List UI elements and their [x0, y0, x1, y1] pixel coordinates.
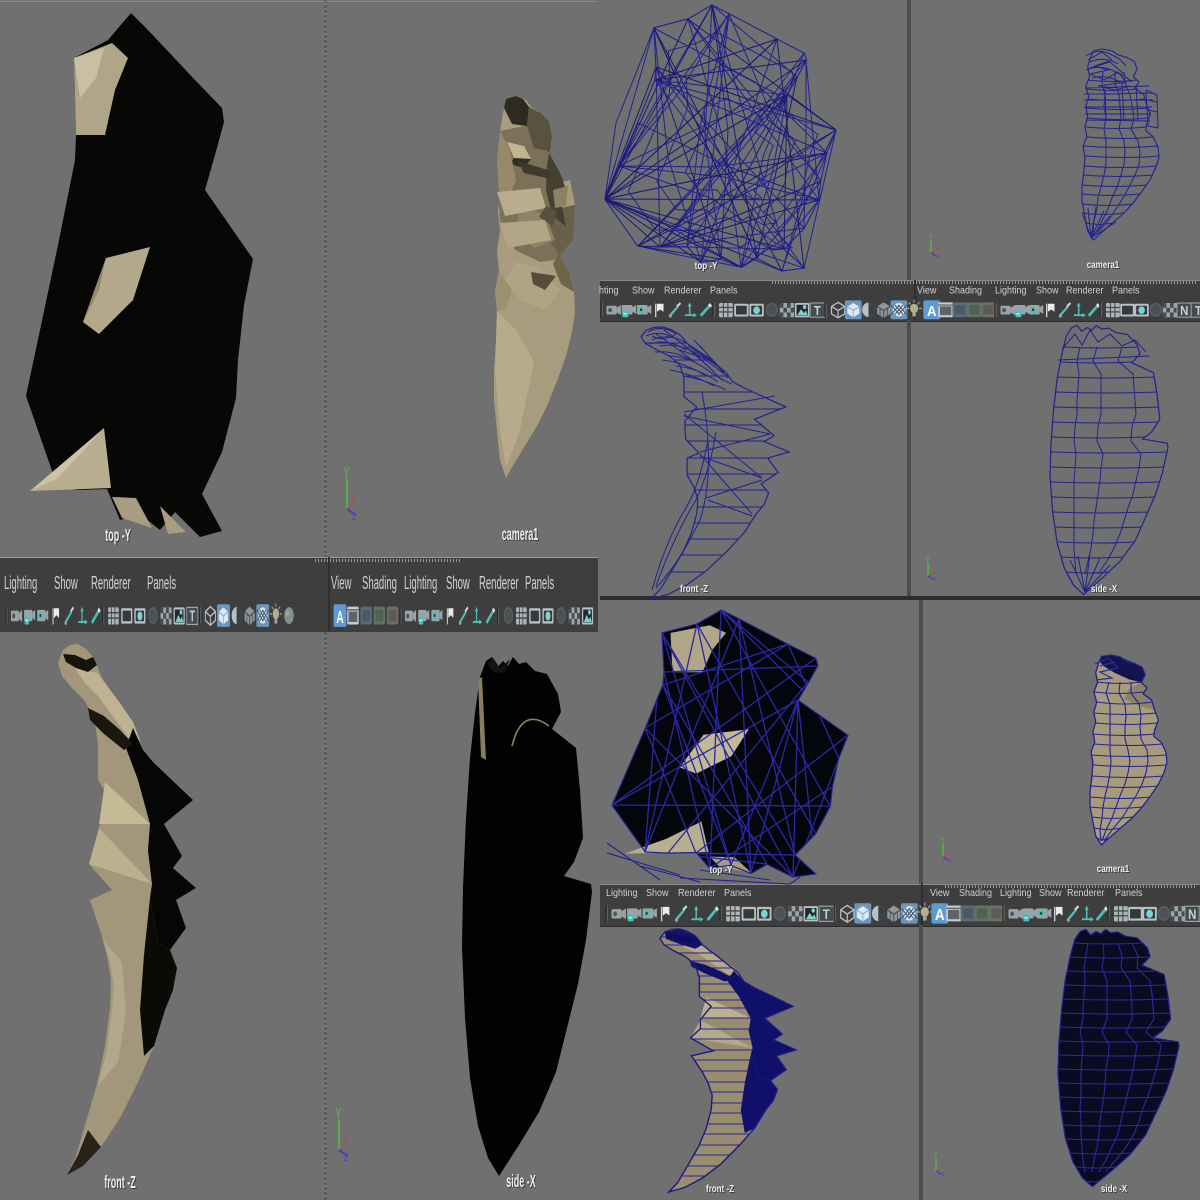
svg-text:A: A: [336, 608, 344, 628]
svg-text:z: z: [937, 254, 940, 260]
svg-text:Renderer: Renderer: [91, 574, 131, 594]
svg-text:Show: Show: [54, 574, 78, 594]
svg-text:Y: Y: [344, 465, 350, 482]
svg-text:top -Y: top -Y: [710, 864, 733, 875]
svg-text:Show: Show: [1036, 285, 1059, 297]
svg-text:Show: Show: [632, 285, 655, 297]
svg-text:side -X: side -X: [506, 1172, 535, 1191]
svg-text:z: z: [942, 1172, 945, 1178]
svg-text:Y: Y: [926, 557, 931, 564]
svg-text:x: x: [344, 1133, 348, 1145]
svg-text:camera1: camera1: [1097, 863, 1129, 874]
svg-text:View: View: [331, 574, 352, 594]
svg-text:Renderer: Renderer: [1066, 285, 1103, 297]
svg-text:Renderer: Renderer: [678, 888, 715, 900]
svg-text:Renderer: Renderer: [479, 574, 519, 594]
svg-text:A: A: [935, 907, 945, 924]
svg-text:Renderer: Renderer: [1067, 888, 1104, 900]
svg-text:camera1: camera1: [502, 525, 539, 544]
svg-text:Lighting: Lighting: [404, 574, 437, 594]
svg-text:front -Z: front -Z: [680, 583, 708, 594]
svg-text:Lighting: Lighting: [1000, 888, 1031, 900]
svg-text:Panels: Panels: [147, 574, 176, 594]
svg-text:N: N: [1180, 303, 1188, 318]
svg-text:front -Z: front -Z: [706, 1183, 734, 1194]
svg-text:Panels: Panels: [724, 888, 752, 900]
svg-text:N: N: [1188, 907, 1196, 922]
svg-text:Shading: Shading: [959, 888, 992, 900]
svg-text:T: T: [1195, 303, 1200, 318]
svg-text:Panels: Panels: [525, 574, 554, 594]
svg-text:T: T: [823, 907, 830, 922]
svg-text:z: z: [934, 577, 937, 583]
svg-text:Y: Y: [929, 234, 934, 241]
svg-text:A: A: [927, 302, 937, 319]
svg-text:side -X: side -X: [1091, 583, 1118, 594]
svg-text:Panels: Panels: [710, 285, 738, 297]
svg-text:x: x: [934, 570, 937, 576]
svg-text:View: View: [917, 285, 936, 297]
svg-text:Show: Show: [646, 888, 669, 900]
svg-text:Shading: Shading: [362, 574, 397, 594]
svg-text:Renderer: Renderer: [664, 285, 701, 297]
svg-text:Lighting: Lighting: [995, 285, 1026, 297]
svg-text:x: x: [352, 492, 356, 504]
svg-text:View: View: [930, 888, 949, 900]
svg-text:Y: Y: [336, 1106, 342, 1123]
svg-text:hting: hting: [599, 285, 618, 297]
svg-text:Show: Show: [446, 574, 470, 594]
svg-text:x: x: [949, 851, 952, 857]
svg-text:front -Z: front -Z: [104, 1173, 135, 1192]
svg-text:Panels: Panels: [1112, 285, 1140, 297]
svg-text:Y: Y: [934, 1152, 939, 1159]
svg-text:x: x: [937, 247, 940, 253]
svg-text:Show: Show: [1039, 888, 1062, 900]
svg-text:side -X: side -X: [1101, 1183, 1128, 1194]
svg-text:Lighting: Lighting: [606, 888, 637, 900]
svg-text:top -Y: top -Y: [105, 526, 130, 545]
svg-text:z: z: [949, 858, 952, 864]
svg-text:Lighting: Lighting: [4, 574, 37, 594]
svg-text:x: x: [942, 1165, 945, 1171]
svg-text:Panels: Panels: [1115, 888, 1143, 900]
svg-text:camera1: camera1: [1087, 259, 1119, 270]
svg-text:top -Y: top -Y: [695, 260, 718, 271]
svg-text:T: T: [814, 303, 822, 318]
svg-text:Shading: Shading: [949, 285, 982, 297]
svg-text:T: T: [190, 608, 196, 625]
svg-text:Y: Y: [941, 838, 946, 845]
